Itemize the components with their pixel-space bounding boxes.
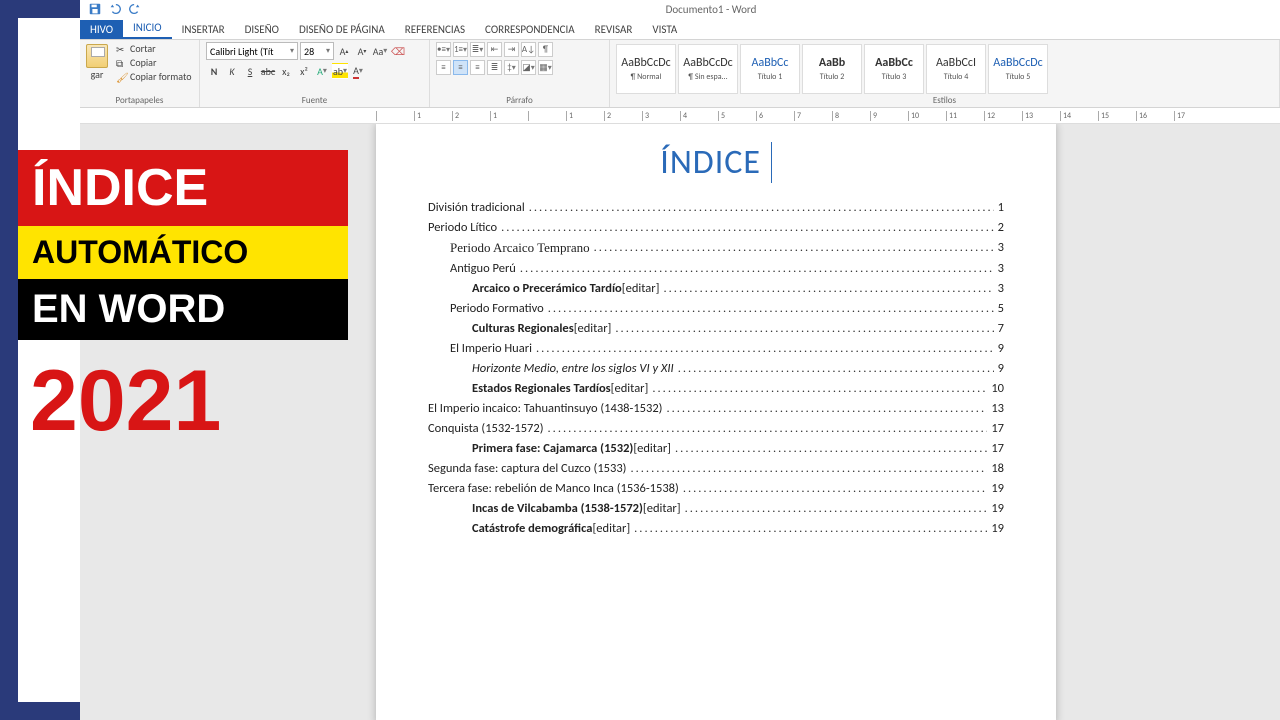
- font-size-select[interactable]: 28▾: [300, 42, 334, 60]
- align-right-button[interactable]: ≡: [470, 60, 485, 75]
- toc-entry[interactable]: Conquista (1532-1572) 17: [428, 418, 1004, 438]
- text-cursor: [762, 142, 772, 183]
- shrink-font-button[interactable]: A▾: [354, 43, 370, 59]
- toc-entry[interactable]: Estados Regionales Tardíos[editar] 10: [428, 378, 1004, 398]
- italic-button[interactable]: K: [224, 63, 240, 79]
- tab-insertar[interactable]: INSERTAR: [172, 20, 235, 39]
- toc-entry[interactable]: Periodo Formativo 5: [428, 298, 1004, 318]
- group-title-paragraph: Párrafo: [436, 94, 603, 107]
- toc-entry[interactable]: Culturas Regionales[editar] 7: [428, 318, 1004, 338]
- borders-button[interactable]: ▦▾: [538, 60, 553, 75]
- format-painter-button[interactable]: 🖌Copiar formato: [116, 70, 192, 83]
- subscript-button[interactable]: x₂: [278, 63, 294, 79]
- overlay-banner: ÍNDICE AUTOMÁTICO EN WORD 2021: [18, 150, 348, 451]
- text-effects-button[interactable]: A▾: [314, 63, 330, 79]
- group-title-styles: Estilos: [616, 94, 1273, 107]
- toc-entry[interactable]: Periodo Arcaico Temprano 3: [428, 237, 1004, 258]
- style-5[interactable]: AaBbCcITítulo 4: [926, 44, 986, 94]
- tab-diseno[interactable]: DISEÑO: [235, 20, 289, 39]
- table-of-contents[interactable]: División tradicional 1Periodo Lítico 2Pe…: [428, 197, 1004, 538]
- align-center-button[interactable]: ≡: [453, 60, 468, 75]
- increase-indent-button[interactable]: ⇥: [504, 42, 519, 57]
- show-marks-button[interactable]: ¶: [538, 42, 553, 57]
- style-4[interactable]: AaBbCcTítulo 3: [864, 44, 924, 94]
- underline-button[interactable]: S: [242, 63, 258, 79]
- tab-diseno-pagina[interactable]: DISEÑO DE PÁGINA: [289, 20, 395, 39]
- toc-entry[interactable]: Incas de Vilcabamba (1538-1572)[editar] …: [428, 498, 1004, 518]
- toc-entry[interactable]: Segunda fase: captura del Cuzco (1533) 1…: [428, 458, 1004, 478]
- toc-entry[interactable]: Tercera fase: rebelión de Manco Inca (15…: [428, 478, 1004, 498]
- align-left-button[interactable]: ≡: [436, 60, 451, 75]
- toc-entry[interactable]: Horizonte Medio, entre los siglos VI y X…: [428, 358, 1004, 378]
- scissors-icon: ✂: [116, 43, 127, 54]
- bullets-button[interactable]: •≡▾: [436, 42, 451, 57]
- brush-icon: 🖌: [116, 71, 127, 82]
- style-2[interactable]: AaBbCcTítulo 1: [740, 44, 800, 94]
- save-icon[interactable]: [88, 2, 102, 16]
- justify-button[interactable]: ≣: [487, 60, 502, 75]
- group-title-clipboard: Portapapeles: [86, 94, 193, 107]
- clear-format-button[interactable]: ⌫: [390, 43, 406, 59]
- page[interactable]: ÍNDICE División tradicional 1Periodo Lít…: [376, 124, 1056, 720]
- toc-entry[interactable]: Catástrofe demográfica[editar] 19: [428, 518, 1004, 538]
- style-6[interactable]: AaBbCcDcTítulo 5: [988, 44, 1048, 94]
- styles-gallery: AaBbCcDc¶ NormalAaBbCcDc¶ Sin espa...AaB…: [616, 42, 1273, 94]
- line-spacing-button[interactable]: ‡▾: [504, 60, 519, 75]
- redo-icon[interactable]: [128, 2, 142, 16]
- toc-entry[interactable]: Arcaico o Precerámico Tardío[editar] 3: [428, 278, 1004, 298]
- ribbon-tabs: HIVO INICIO INSERTAR DISEÑO DISEÑO DE PÁ…: [80, 18, 1280, 40]
- shading-button[interactable]: ◪▾: [521, 60, 536, 75]
- style-1[interactable]: AaBbCcDc¶ Sin espa...: [678, 44, 738, 94]
- superscript-button[interactable]: x²: [296, 63, 312, 79]
- copy-icon: ⧉: [116, 57, 127, 68]
- grow-font-button[interactable]: A▴: [336, 43, 352, 59]
- font-family-select[interactable]: Calibri Light (Tít▾: [206, 42, 298, 60]
- tab-referencias[interactable]: REFERENCIAS: [395, 20, 475, 39]
- group-title-font: Fuente: [206, 94, 423, 107]
- tab-correspondencia[interactable]: CORRESPONDENCIA: [475, 20, 585, 39]
- tab-vista[interactable]: VISTA: [642, 20, 687, 39]
- style-3[interactable]: AaBbTítulo 2: [802, 44, 862, 94]
- banner-line-2: AUTOMÁTICO: [18, 226, 348, 279]
- toc-entry[interactable]: División tradicional 1: [428, 197, 1004, 217]
- change-case-button[interactable]: Aa▾: [372, 43, 388, 59]
- doc-title[interactable]: ÍNDICE: [428, 142, 1004, 183]
- highlight-button[interactable]: ab▾: [332, 63, 348, 79]
- ruler[interactable]: 1211234567891011121314151617: [80, 108, 1280, 124]
- toc-entry[interactable]: Periodo Lítico 2: [428, 217, 1004, 237]
- numbering-button[interactable]: 1≡▾: [453, 42, 468, 57]
- banner-line-3: EN WORD: [18, 279, 348, 340]
- toc-entry[interactable]: Primera fase: Cajamarca (1532)[editar] 1…: [428, 438, 1004, 458]
- banner-line-1: ÍNDICE: [18, 150, 348, 226]
- font-color-button[interactable]: A▾: [350, 63, 366, 79]
- undo-icon[interactable]: [108, 2, 122, 16]
- toc-entry[interactable]: El Imperio Huari 9: [428, 338, 1004, 358]
- paste-button[interactable]: gar: [86, 44, 108, 81]
- cut-button[interactable]: ✂Cortar: [116, 42, 192, 55]
- bold-button[interactable]: N: [206, 63, 222, 79]
- tab-revisar[interactable]: REVISAR: [585, 20, 643, 39]
- decrease-indent-button[interactable]: ⇤: [487, 42, 502, 57]
- banner-year: 2021: [30, 352, 348, 451]
- sort-button[interactable]: A↓: [521, 42, 536, 57]
- tab-inicio[interactable]: INICIO: [123, 18, 172, 39]
- window-title: Documento1 - Word: [142, 3, 1280, 16]
- style-0[interactable]: AaBbCcDc¶ Normal: [616, 44, 676, 94]
- multilevel-button[interactable]: ≣▾: [470, 42, 485, 57]
- copy-button[interactable]: ⧉Copiar: [116, 56, 192, 69]
- tab-file[interactable]: HIVO: [80, 20, 123, 39]
- strike-button[interactable]: abc: [260, 63, 276, 79]
- toc-entry[interactable]: Antiguo Perú 3: [428, 258, 1004, 278]
- ribbon: gar ✂Cortar ⧉Copiar 🖌Copiar formato Port…: [80, 40, 1280, 108]
- toc-entry[interactable]: El Imperio incaico: Tahuantinsuyo (1438-…: [428, 398, 1004, 418]
